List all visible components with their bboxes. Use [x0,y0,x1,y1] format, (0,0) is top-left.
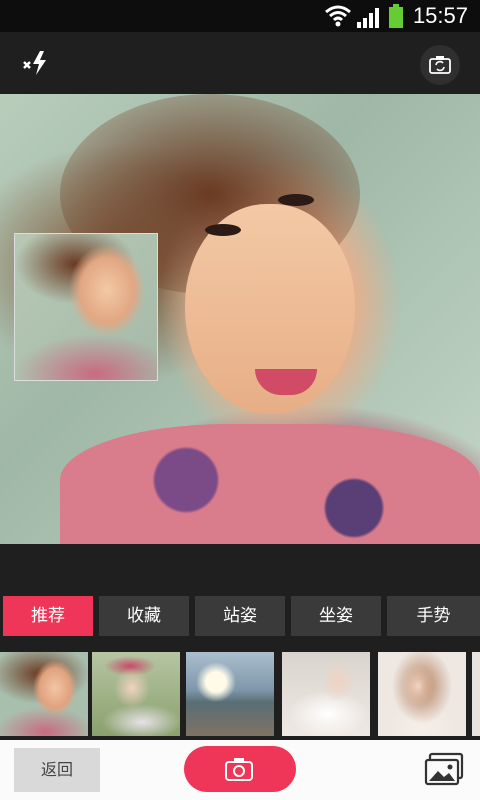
camera-icon [225,758,253,781]
flash-off-icon[interactable] [20,48,50,78]
preview-shirt [60,424,480,544]
pose-thumbnail[interactable] [186,652,274,736]
spacer [0,544,480,594]
back-button[interactable]: 返回 [14,748,100,792]
signal-icon [357,8,379,28]
status-time: 15:57 [412,3,468,28]
shutter-button[interactable] [184,746,296,792]
wifi-icon [325,5,351,27]
pose-thumbnail[interactable] [92,652,180,736]
preview-eye-left [205,224,241,236]
pose-thumbnail-strip [0,650,480,738]
tab-sitting[interactable]: 坐姿 [291,596,381,636]
pose-reference-overlay[interactable] [14,233,158,381]
pose-thumbnail[interactable] [378,652,466,736]
switch-camera-button[interactable] [420,45,460,85]
battery-icon [389,4,403,28]
bottom-bar: 返回 [0,740,480,800]
camera-toolbar [0,32,480,94]
pose-thumbnail[interactable] [282,652,370,736]
preview-eye-right [278,194,314,206]
pose-thumbnail[interactable] [0,652,88,736]
tab-gestures[interactable]: 手势 [387,596,480,636]
camera-switch-icon [429,56,451,74]
status-bar: 15:57 [0,0,480,32]
tab-favorites[interactable]: 收藏 [99,596,189,636]
gallery-icon[interactable] [424,752,464,788]
tab-standing[interactable]: 站姿 [195,596,285,636]
tab-recommended[interactable]: 推荐 [3,596,93,636]
pose-category-tabs: 推荐 收藏 站姿 坐姿 手势 [0,594,480,638]
pose-thumbnail[interactable] [472,652,480,736]
